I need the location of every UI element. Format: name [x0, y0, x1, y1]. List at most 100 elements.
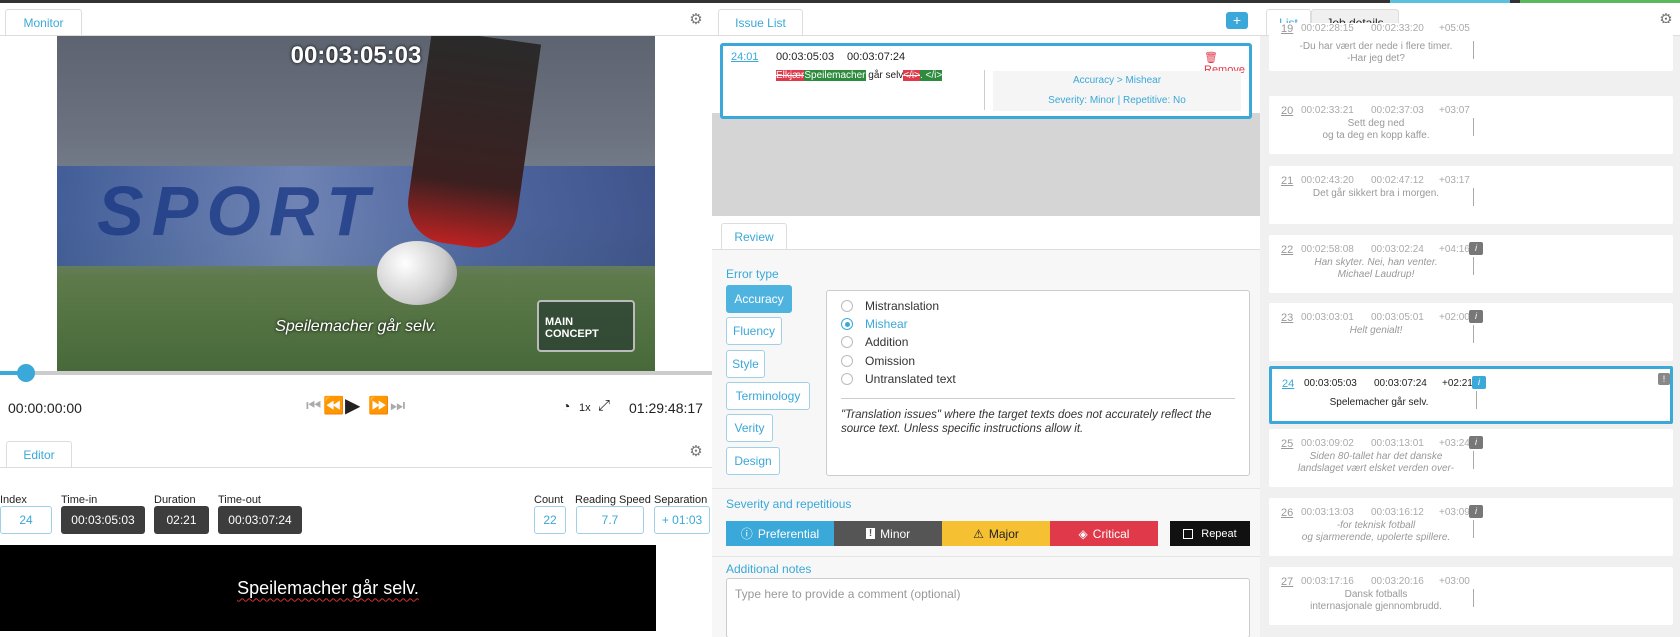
scrubber-handle[interactable] [17, 364, 35, 382]
row-text: Dansk fotballs internasjonale gjennombru… [1310, 589, 1442, 612]
italic-icon: i [1469, 505, 1483, 518]
option-mishear[interactable]: Mishear [841, 317, 908, 331]
row-text: Helt genialt! [1349, 325, 1403, 336]
error-type-accuracy[interactable]: Accuracy [726, 285, 792, 313]
issue-category: Accuracy > Mishear [1072, 75, 1162, 86]
list-item[interactable]: 21 00:02:43:20 00:02:47:12 +03:17 Det går si… [1269, 166, 1673, 224]
row-time-in: 00:03:05:03 [1304, 378, 1357, 389]
list-item[interactable]: 19 00:02:28:15 00:02:33:20 +05:05 -Du har væ… [1269, 23, 1673, 71]
error-type-terminology[interactable]: Terminology [726, 382, 810, 410]
severity-preferential-button[interactable]: ⓘ Preferential [726, 521, 834, 546]
row-index[interactable]: 25 [1281, 438, 1293, 450]
list-item[interactable]: 23 00:03:03:01 00:03:05:01 +02:00 i Helt geni… [1269, 303, 1673, 361]
row-index[interactable]: 22 [1281, 244, 1293, 256]
row-index[interactable]: 27 [1281, 576, 1293, 588]
option-omission[interactable]: Omission [841, 354, 915, 368]
error-type-verity[interactable]: Verity [726, 414, 773, 442]
video-timecode: 00:03:05:03 [290, 42, 422, 69]
row-duration: +04:16 [1439, 244, 1470, 255]
issue-diff: ElkjærSpeilemacher går selv</i>. </i> [776, 70, 943, 81]
list-item[interactable]: 26 00:03:13:03 00:03:16:12 +03:09 i -for tekn… [1269, 498, 1673, 556]
list-item[interactable]: 24 00:03:05:03 00:03:07:24 +02:21 i Spelemach… [1269, 366, 1673, 424]
tab-editor[interactable]: Editor [6, 441, 72, 467]
radio-icon [841, 373, 853, 385]
fullscreen-icon[interactable]: ⤢ [598, 396, 610, 416]
skip-start-icon[interactable]: ⏮ [306, 396, 321, 416]
list-item[interactable]: 25 00:03:09:02 00:03:13:01 +03:24 i Siden 80-… [1269, 429, 1673, 487]
row-text: Sett deg ned og ta deg en kopp kaffe. [1322, 118, 1430, 141]
row-time-out: 00:03:07:24 [1374, 378, 1427, 389]
subtitle-list-panel: List Job details ⚙ 1900:02:28:1500:02:33… [1260, 3, 1680, 637]
monitor-panel: Monitor ⚙ SPORT 00:03:05:03 Speilemacher… [0, 3, 712, 433]
add-issue-button[interactable]: + [1226, 12, 1248, 29]
row-index[interactable]: 19 [1281, 23, 1293, 35]
tab-review[interactable]: Review [721, 223, 787, 249]
option-mistranslation[interactable]: Mistranslation [841, 299, 939, 313]
issue-time-out: 00:03:07:24 [847, 51, 906, 63]
row-duration: +02:21 [1442, 378, 1473, 389]
tab-issue-list[interactable]: Issue List [718, 9, 803, 35]
notes-input[interactable]: Type here to provide a comment (optional… [726, 578, 1250, 637]
exclamation-icon: ! [865, 528, 876, 539]
speed-icon[interactable]: ◔ [562, 396, 570, 416]
row-index[interactable]: 26 [1281, 507, 1293, 519]
tab-monitor[interactable]: Monitor [5, 9, 82, 35]
error-type-design[interactable]: Design [726, 447, 780, 475]
time-out-field[interactable]: 00:03:07:24 [218, 506, 302, 534]
row-duration: +03:09 [1439, 507, 1470, 518]
row-time-out: 00:02:47:12 [1371, 175, 1424, 186]
row-index[interactable]: 21 [1281, 175, 1293, 187]
index-field[interactable]: 24 [0, 506, 52, 534]
time-out-label: Time-out [218, 494, 261, 506]
reading-speed-label: Reading Speed [575, 494, 651, 506]
time-in-field[interactable]: 00:03:05:03 [61, 506, 145, 534]
list-item[interactable]: 20 00:02:33:21 00:02:37:03 +03:07 Sett deg n… [1269, 96, 1673, 154]
row-time-out: 00:03:13:01 [1371, 438, 1424, 449]
issue-ref-link[interactable]: 24:01 [731, 51, 759, 63]
editor-panel: Editor ⚙ Index 24 Time-in 00:03:05:03 Du… [0, 433, 712, 637]
option-addition[interactable]: Addition [841, 335, 908, 349]
flag-icon[interactable]: ! [1658, 373, 1670, 385]
total-time: 01:29:48:17 [629, 400, 703, 416]
error-type-style[interactable]: Style [726, 350, 765, 378]
play-icon[interactable]: ▶ [345, 396, 360, 416]
severity-minor-button[interactable]: ! Minor [834, 521, 942, 546]
count-label: Count [534, 494, 564, 506]
row-index[interactable]: 20 [1281, 105, 1293, 117]
list-item[interactable]: 22 00:02:58:08 00:03:02:24 +04:16 i Han skyte… [1269, 235, 1673, 293]
row-index[interactable]: 23 [1281, 312, 1293, 324]
option-untranslated-text[interactable]: Untranslated text [841, 372, 956, 386]
row-time-in: 00:03:13:03 [1301, 507, 1354, 518]
error-description: "Translation issues" where the target te… [841, 409, 1212, 435]
info-circle-icon: ⓘ [740, 527, 753, 541]
video-player[interactable]: SPORT 00:03:05:03 Speilemacher går selv.… [57, 36, 655, 373]
time-in-label: Time-in [61, 494, 98, 506]
gear-icon[interactable]: ⚙ [688, 444, 704, 460]
severity-label: Severity and repetitious [726, 497, 852, 511]
severity-critical-button[interactable]: ◈ Critical [1050, 521, 1158, 546]
row-text: Det går sikkert bra i morgen. [1312, 188, 1440, 199]
row-duration: +03:17 [1439, 175, 1470, 186]
gear-icon[interactable]: ⚙ [688, 12, 704, 28]
timeline-scrubber[interactable] [0, 364, 712, 382]
row-text: -for teknisk fotball og sjarmerende, upo… [1301, 520, 1451, 543]
separation-field: + 01:03 [654, 506, 710, 534]
error-type-fluency[interactable]: Fluency [726, 317, 782, 345]
repeat-toggle[interactable]: Repeat [1170, 521, 1250, 546]
row-index[interactable]: 24 [1282, 378, 1294, 390]
separation-label: Separation [654, 494, 708, 506]
radio-selected-icon [841, 318, 853, 330]
playback-speed[interactable]: 1x [579, 402, 591, 414]
row-time-out: 00:03:20:16 [1371, 576, 1424, 587]
index-label: Index [0, 494, 27, 506]
duration-field[interactable]: 02:21 [154, 506, 209, 534]
rewind-icon[interactable]: ⏪ [323, 396, 344, 416]
list-item[interactable]: 27 00:03:17:16 00:03:20:16 +03:00 Dansk fotb… [1269, 567, 1673, 625]
issue-card[interactable]: 24:01 00:03:05:03 00:03:07:24 🗑 Remove E… [720, 43, 1252, 119]
severity-major-button[interactable]: ⚠ Major [942, 521, 1050, 546]
subtitle-text-editor[interactable]: Speilemacher går selv. [0, 545, 656, 631]
row-time-out: 00:03:05:01 [1371, 312, 1424, 323]
video-banner: SPORT [97, 172, 377, 250]
fast-forward-icon[interactable]: ⏩ [368, 396, 389, 416]
skip-end-icon[interactable]: ⏭ [390, 396, 405, 416]
